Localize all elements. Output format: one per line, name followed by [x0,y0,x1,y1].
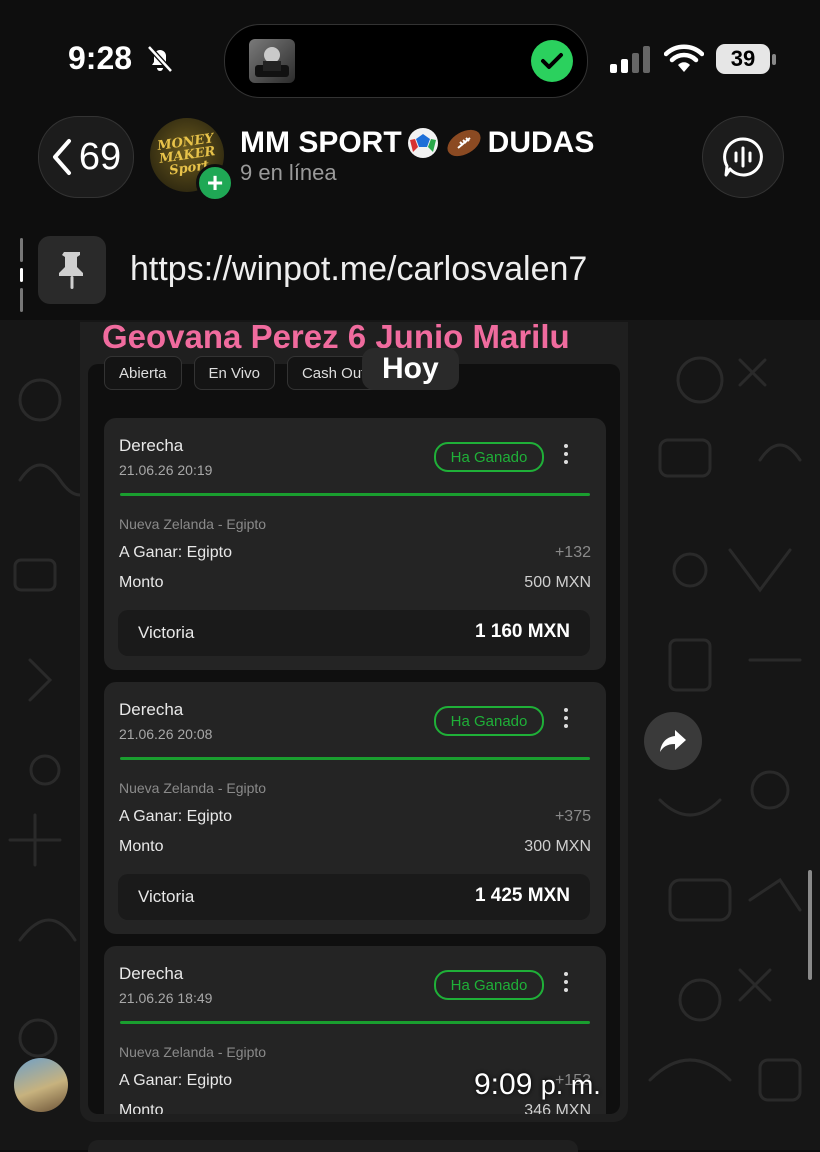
soccer-ball-icon [407,128,438,158]
amount-value: 500 MXN [524,574,591,591]
bet-date: 21.06.26 20:19 [119,462,213,478]
winnings-row: Victoria 1 160 MXN [118,610,590,656]
bet-tabs: Abierta En Vivo Cash Out [104,356,381,390]
pick-value: Egipto [186,808,232,825]
pinned-indicator [20,238,23,312]
football-icon [447,129,481,157]
group-title[interactable]: MM SPORT DUDAS [240,126,594,160]
pick-row: A Ganar: Egipto [119,808,232,826]
pick-value: Egipto [186,544,232,561]
bet-type: Derecha [119,436,184,455]
back-button[interactable]: 69 [38,116,134,198]
add-member-badge[interactable]: + [196,164,234,202]
pick-row: A Ganar: Egipto [119,544,232,562]
odds-value: +132 [554,544,591,561]
cellular-signal-icon [610,46,650,73]
wifi-icon [664,44,704,72]
pick-label: A Ganar: [119,544,183,561]
bet-type: Derecha [119,964,184,983]
tab-en-vivo: En Vivo [193,356,275,390]
amount-value: 346 MXN [524,1102,591,1114]
pick-label: A Ganar: [119,1072,183,1089]
status-badge: Ha Ganado [434,706,544,736]
unread-count: 69 [78,135,122,178]
share-arrow-icon [660,730,686,752]
winnings-label: Victoria [138,887,195,906]
more-options-icon [562,708,570,732]
divider [120,757,590,760]
battery-nub [772,54,776,65]
bet-type: Derecha [119,700,184,719]
status-bar: 9:28 39 [0,0,820,110]
odds-value: +375 [554,808,591,825]
date-chip: Hoy [362,348,459,390]
more-options-icon [562,972,570,996]
winnings-label: Victoria [138,623,195,642]
amount-label: Monto [119,838,164,855]
match-name: Nueva Zelanda - Egipto [119,516,267,532]
image-headline: Geovana Perez 6 Junio Marilu [102,318,570,355]
sender-avatar[interactable] [14,1058,68,1112]
winnings-value: 1 425 MXN [474,885,570,906]
check-icon [531,40,573,82]
pinned-message-text: https://winpot.me/carlosvalen7 [130,250,588,288]
winnings-value: 1 160 MXN [474,621,570,642]
voice-chat-icon [723,137,763,177]
bet-date: 21.06.26 20:08 [119,726,213,742]
pick-value: Egipto [186,1072,232,1089]
island-media-thumbnail [249,39,295,83]
message-time-suffix: p. m. [540,1070,601,1100]
match-name: Nueva Zelanda - Egipto [119,1044,267,1060]
match-name: Nueva Zelanda - Egipto [119,780,267,796]
amount-label: Monto [119,574,164,591]
winnings-row: Victoria 1 425 MXN [118,874,590,920]
pick-label: A Ganar: [119,808,183,825]
pinned-message-bar[interactable]: https://winpot.me/carlosvalen7 [0,226,820,318]
more-options-icon [562,444,570,468]
message-timestamp: 9:09 p. m. [474,1068,601,1102]
silent-bell-icon [147,45,173,73]
battery-indicator: 39 [716,44,770,74]
voice-chat-button[interactable] [702,116,784,198]
bet-card: Derecha 21.06.26 20:19 Ha Ganado Nueva Z… [104,418,606,670]
group-name: MM SPORT [240,126,402,159]
bet-date: 21.06.26 18:49 [119,990,213,1006]
tab-abierta: Abierta [104,356,182,390]
divider [120,493,590,496]
status-badge: Ha Ganado [434,970,544,1000]
pick-row: A Ganar: Egipto [119,1072,232,1090]
group-name-suffix: DUDAS [487,126,595,159]
forward-button[interactable] [644,712,702,770]
scrollbar[interactable] [808,870,812,980]
message-time: 9:09 [474,1068,533,1101]
amount-label: Monto [119,1102,164,1114]
next-message-bubble[interactable] [88,1140,578,1152]
divider [120,1021,590,1024]
bet-card: Derecha 21.06.26 20:08 Ha Ganado Nueva Z… [104,682,606,934]
pin-icon [38,236,106,304]
chevron-left-icon [52,139,71,175]
amount-value: 300 MXN [524,838,591,855]
status-badge: Ha Ganado [434,442,544,472]
dynamic-island[interactable] [224,24,588,98]
clock: 9:28 [68,40,133,76]
online-count: 9 en línea [240,160,337,185]
